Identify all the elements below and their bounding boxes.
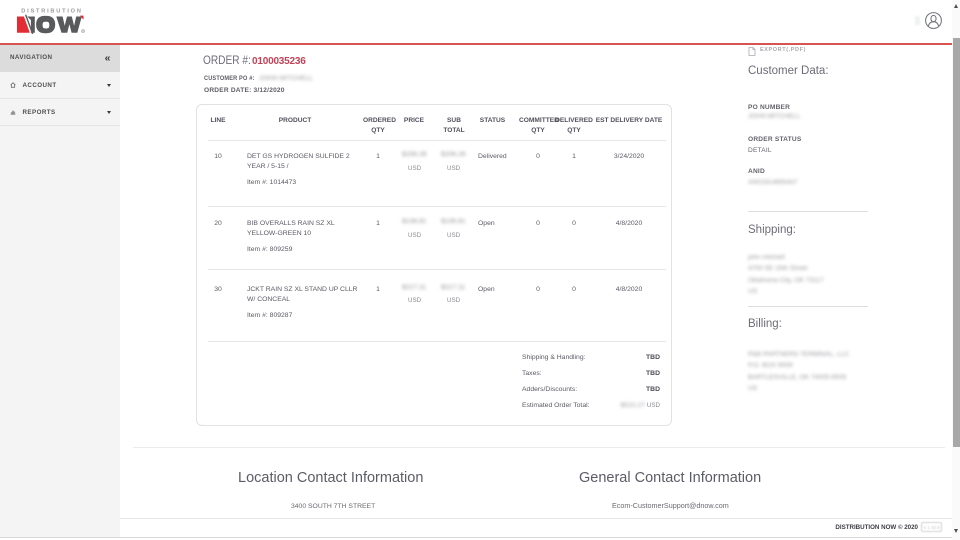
- svg-text:DISTRIBUTION: DISTRIBUTION: [21, 8, 82, 14]
- svg-text:R: R: [82, 29, 84, 33]
